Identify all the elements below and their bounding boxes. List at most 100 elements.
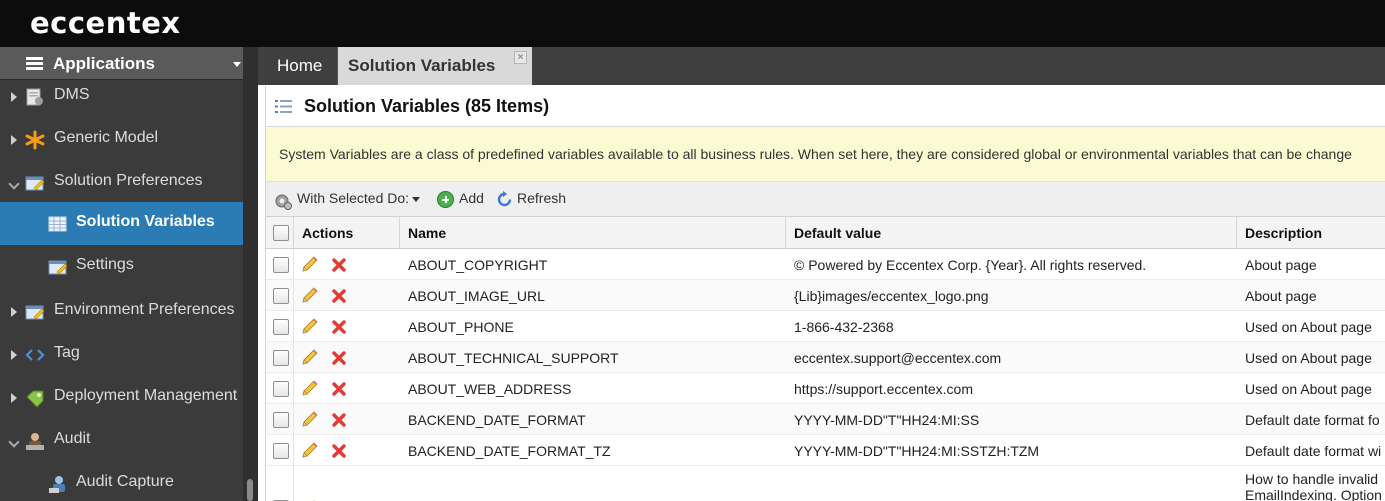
variable-default-value: © Powered by Eccentex Corp. {Year}. All …	[794, 257, 1147, 273]
delete-x-icon[interactable]	[332, 413, 346, 427]
tab-solution-variables[interactable]: Solution Variables ×	[338, 47, 532, 85]
column-header-actions[interactable]: Actions	[294, 217, 400, 249]
sidebar-item-audit-capture[interactable]: Audit Capture	[0, 462, 243, 501]
tag-code-icon	[25, 349, 45, 361]
sidebar-item-solution-variables[interactable]: Solution Variables	[0, 202, 243, 245]
add-button[interactable]: Add	[459, 190, 484, 206]
column-header-label: Default value	[794, 225, 882, 241]
sidebar: Applications DMS Generic Model Solution …	[0, 47, 258, 501]
variable-description: How to handle invalid EmailIndexing. Opti…	[1245, 471, 1382, 501]
caret-down-icon	[233, 62, 241, 67]
delete-x-icon[interactable]	[332, 289, 346, 303]
edit-pencil-icon[interactable]	[300, 287, 320, 305]
expand-arrow-icon[interactable]	[11, 135, 17, 145]
delete-x-icon[interactable]	[332, 351, 346, 365]
expand-arrow-icon[interactable]	[11, 350, 17, 360]
cell-description: About page	[1237, 249, 1385, 280]
audit-capture-icon	[49, 476, 65, 493]
row-checkbox[interactable]	[273, 350, 289, 366]
with-selected-label: With Selected Do:	[297, 190, 410, 206]
table-row[interactable]: BACKEND_DATE_FORMAT YYYY-MM-DD"T"HH24:MI…	[266, 404, 1385, 435]
sidebar-scrollbar[interactable]	[243, 47, 258, 501]
audit-icon	[26, 433, 44, 450]
table-row[interactable]: ABOUT_PHONE 1-866-432-2368 Used on About…	[266, 311, 1385, 342]
info-text: System Variables are a class of predefin…	[279, 146, 1352, 162]
cell-default-value	[786, 466, 1237, 501]
edit-pencil-icon[interactable]	[300, 411, 320, 429]
variable-description: Default date format fo	[1245, 412, 1380, 428]
sidebar-item-label: Deployment Management	[54, 387, 238, 404]
edit-pencil-icon[interactable]	[300, 318, 320, 336]
cell-name: ABOUT_PHONE	[400, 311, 786, 342]
cell-description: Default date format fo	[1237, 404, 1385, 435]
settings-icon	[48, 260, 68, 275]
row-checkbox[interactable]	[273, 319, 289, 335]
row-checkbox[interactable]	[273, 412, 289, 428]
cell-default-value: 1-866-432-2368	[786, 311, 1237, 342]
applications-title: Applications	[53, 54, 156, 73]
row-checkbox[interactable]	[273, 257, 289, 273]
top-bar: eccentex	[0, 0, 1385, 47]
delete-x-icon[interactable]	[332, 444, 346, 458]
collapse-arrow-icon[interactable]	[8, 178, 20, 190]
variable-description: Used on About page	[1245, 350, 1372, 366]
expand-arrow-icon[interactable]	[11, 92, 17, 102]
table-row[interactable]: ABOUT_TECHNICAL_SUPPORT eccentex.support…	[266, 342, 1385, 373]
info-banner: System Variables are a class of predefin…	[266, 127, 1385, 182]
main-content: Solution Variables (85 Items) System Var…	[265, 86, 1385, 501]
edit-pencil-icon[interactable]	[300, 256, 320, 274]
column-header-label: Description	[1245, 225, 1323, 241]
table-row[interactable]: BACKEND_DATE_FORMAT_TZ YYYY-MM-DD"T"HH24…	[266, 435, 1385, 466]
row-checkbox[interactable]	[273, 288, 289, 304]
table-row[interactable]: ABOUT_COPYRIGHT © Powered by Eccentex Co…	[266, 249, 1385, 280]
cell-description: Default date format wi	[1237, 435, 1385, 466]
select-all-checkbox[interactable]	[273, 225, 289, 241]
expand-arrow-icon[interactable]	[11, 393, 17, 403]
delete-x-icon[interactable]	[332, 258, 346, 272]
generic-model-icon	[25, 130, 45, 150]
caret-down-icon	[412, 196, 421, 202]
sidebar-item-environment-preferences[interactable]: Environment Preferences	[0, 290, 243, 333]
variable-name: ABOUT_WEB_ADDRESS	[408, 381, 572, 397]
refresh-button[interactable]: Refresh	[517, 190, 566, 206]
description-line: EmailIndexing. Option	[1245, 487, 1382, 501]
expand-arrow-icon[interactable]	[11, 307, 17, 317]
sidebar-item-generic-model[interactable]: Generic Model	[0, 118, 243, 161]
variable-name: ABOUT_IMAGE_URL	[408, 288, 545, 304]
sidebar-item-solution-preferences[interactable]: Solution Preferences	[0, 161, 243, 204]
column-header-default-value[interactable]: Default value	[786, 217, 1237, 249]
column-header-description[interactable]: Description	[1237, 217, 1385, 249]
collapse-arrow-icon[interactable]	[8, 436, 20, 448]
close-tab-icon[interactable]: ×	[514, 51, 527, 64]
panel-header: Solution Variables (85 Items)	[266, 86, 1385, 127]
brand-logo[interactable]: eccentex	[30, 6, 181, 40]
sidebar-scrollbar-thumb[interactable]	[247, 479, 253, 501]
table-row[interactable]: ABOUT_IMAGE_URL {Lib}images/eccentex_log…	[266, 280, 1385, 311]
cell-description: Used on About page	[1237, 311, 1385, 342]
delete-x-icon[interactable]	[332, 382, 346, 396]
edit-pencil-icon[interactable]	[300, 442, 320, 460]
delete-x-icon[interactable]	[332, 320, 346, 334]
tab-home[interactable]: Home	[266, 47, 338, 85]
table-row[interactable]: How to handle invalid EmailIndexing. Opti…	[266, 466, 1385, 501]
list-icon	[275, 100, 292, 113]
cell-name: ABOUT_IMAGE_URL	[400, 280, 786, 311]
cell-name: ABOUT_TECHNICAL_SUPPORT	[400, 342, 786, 373]
table-row[interactable]: ABOUT_WEB_ADDRESS https://support.eccent…	[266, 373, 1385, 404]
sidebar-item-deployment-management[interactable]: Deployment Management	[0, 376, 243, 419]
edit-pencil-icon[interactable]	[300, 380, 320, 398]
with-selected-dropdown[interactable]: With Selected Do:	[297, 190, 421, 206]
tab-label: Home	[277, 56, 323, 75]
sidebar-item-dms[interactable]: DMS	[0, 75, 243, 118]
variable-default-value: {Lib}images/eccentex_logo.png	[794, 288, 989, 304]
sidebar-item-tag[interactable]: Tag	[0, 333, 243, 376]
row-checkbox[interactable]	[273, 381, 289, 397]
column-header-name[interactable]: Name	[400, 217, 786, 249]
sidebar-item-audit[interactable]: Audit	[0, 419, 243, 462]
edit-pencil-icon[interactable]	[300, 349, 320, 367]
row-checkbox[interactable]	[273, 443, 289, 459]
row-select-cell	[266, 280, 294, 311]
cell-default-value: YYYY-MM-DD"T"HH24:MI:SSTZH:TZM	[786, 435, 1237, 466]
sidebar-item-settings[interactable]: Settings	[0, 245, 243, 288]
row-select-cell	[266, 342, 294, 373]
